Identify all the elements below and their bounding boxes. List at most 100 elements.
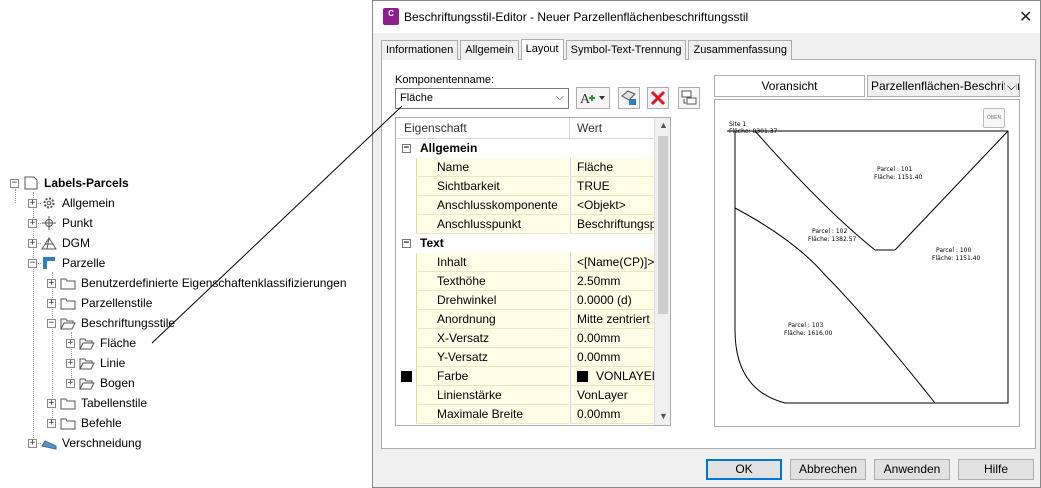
collapse-icon[interactable]: −: [10, 178, 19, 188]
tree-root[interactable]: − Labels-Parcels: [10, 174, 129, 192]
scroll-up-icon[interactable]: ▲: [659, 120, 668, 130]
tree-item-label: Punkt: [62, 216, 93, 230]
grid-property-row[interactable]: Anschlusspunkt Beschriftungspos...: [396, 215, 654, 234]
draw-order-button[interactable]: [678, 87, 700, 109]
expand-icon[interactable]: +: [47, 418, 56, 428]
property-value-text: Fläche: [577, 160, 614, 174]
tab-allgemein[interactable]: Allgemein: [460, 40, 519, 60]
delete-component-button[interactable]: [647, 87, 669, 109]
property-value[interactable]: 2.50mm: [570, 272, 654, 291]
tree-item-flaeche[interactable]: + Fläche: [66, 334, 136, 352]
property-name: Y-Versatz: [416, 348, 569, 367]
tab-symbol-text-trennung[interactable]: Symbol-Text-Trennung: [565, 40, 687, 60]
grid-category[interactable]: − Allgemein: [396, 139, 654, 158]
tree-root-label: Labels-Parcels: [44, 176, 129, 190]
tree-item-parzellenstile[interactable]: + Parzellenstile: [47, 294, 152, 312]
scroll-thumb[interactable]: [658, 136, 668, 314]
tab-layout[interactable]: Layout: [520, 39, 564, 60]
expand-icon[interactable]: +: [28, 218, 37, 228]
expand-icon[interactable]: +: [47, 398, 56, 408]
expand-icon[interactable]: +: [28, 438, 37, 448]
scroll-down-icon[interactable]: ▼: [659, 411, 668, 421]
tree-item-beschriftungsstile[interactable]: − Beschriftungsstile: [47, 314, 175, 332]
tree-item-allgemein[interactable]: + Allgemein: [28, 194, 115, 212]
expand-icon[interactable]: +: [66, 358, 75, 368]
property-value[interactable]: Fläche: [570, 158, 654, 177]
property-name-text: Anschlusspunkt: [437, 217, 522, 231]
property-column-header[interactable]: Eigenschaft: [404, 121, 467, 135]
folder-icon: [60, 396, 76, 410]
property-value[interactable]: Mitte zentriert: [570, 310, 654, 329]
tree-item-dgm[interactable]: + DGM: [28, 234, 90, 252]
preview-style-select[interactable]: Parzellenflächen-Beschriftung ⌵: [867, 75, 1020, 97]
collapse-icon[interactable]: −: [402, 144, 411, 153]
tree-item-befehle[interactable]: + Befehle: [47, 414, 122, 432]
property-value[interactable]: 0.00mm: [570, 348, 654, 367]
tab-zusammenfassung[interactable]: Zusammenfassung: [688, 40, 793, 60]
property-name: Anschlusspunkt: [416, 215, 569, 234]
preview-canvas[interactable]: Site 1 Fläche: 8301.37 Parcel : 101 Fläc…: [714, 99, 1020, 427]
property-value-text: Mitte zentriert: [577, 312, 650, 326]
component-name-label: Komponentenname:: [395, 74, 495, 86]
grid-category[interactable]: − Text: [396, 234, 654, 253]
property-value[interactable]: 0.00mm: [570, 405, 654, 424]
expand-icon[interactable]: +: [28, 238, 37, 248]
title-bar[interactable]: C Beschriftungsstil-Editor - Neuer Parze…: [373, 1, 1040, 33]
tree-item-punkt[interactable]: + Punkt: [28, 214, 93, 232]
property-value[interactable]: VonLayer: [570, 386, 654, 405]
collapse-icon[interactable]: −: [28, 258, 37, 268]
copy-component-button[interactable]: [618, 87, 640, 109]
help-button[interactable]: Hilfe: [958, 459, 1034, 480]
expand-icon[interactable]: +: [66, 378, 75, 388]
tree-item-verschneidung[interactable]: + Verschneidung: [28, 434, 141, 452]
tree-item-parzelle[interactable]: − Parzelle: [28, 254, 105, 272]
grid-property-row[interactable]: Anordnung Mitte zentriert: [396, 310, 654, 329]
tree-item-benutzerdefiniert[interactable]: + Benutzerdefinierte Eigenschaftenklassi…: [47, 274, 347, 292]
apply-button[interactable]: Anwenden: [874, 459, 950, 480]
preview-site-name: Site 1: [729, 121, 746, 128]
tree-item-linie[interactable]: + Linie: [66, 354, 125, 372]
grid-property-row[interactable]: Farbe VONLAYER: [396, 367, 654, 386]
property-value[interactable]: 0.00mm: [570, 329, 654, 348]
grid-property-row[interactable]: Drehwinkel 0.0000 (d): [396, 291, 654, 310]
property-value[interactable]: VONLAYER: [570, 367, 654, 386]
viewcube-oben[interactable]: OBEN: [983, 108, 1005, 128]
expand-icon[interactable]: +: [28, 198, 37, 208]
preview-parcel-102-area: Fläche: 1382.57: [808, 236, 857, 243]
component-name-select[interactable]: Fläche ⌵: [395, 88, 569, 109]
cancel-button[interactable]: Abbrechen: [790, 459, 866, 480]
property-value[interactable]: <[Name(CP)]>\...: [570, 253, 654, 272]
property-value-text: TRUE: [577, 179, 610, 193]
folder-open-icon: [79, 336, 95, 350]
tab-informationen[interactable]: Informationen: [381, 40, 459, 60]
property-value[interactable]: Beschriftungspos...: [570, 215, 654, 234]
property-name: Maximale Breite: [416, 405, 569, 424]
add-component-button[interactable]: A: [576, 87, 610, 109]
expand-icon[interactable]: +: [47, 278, 56, 288]
grid-property-row[interactable]: Name Fläche: [396, 158, 654, 177]
property-value[interactable]: TRUE: [570, 177, 654, 196]
color-swatch-icon: [577, 371, 588, 382]
preview-parcel-100-area: Fläche: 1151.40: [932, 255, 981, 262]
property-value[interactable]: <Objekt>: [570, 196, 654, 215]
grid-property-row[interactable]: Texthöhe 2.50mm: [396, 272, 654, 291]
collapse-icon[interactable]: −: [402, 239, 411, 248]
grid-property-row[interactable]: Inhalt <[Name(CP)]>\...: [396, 253, 654, 272]
collapse-icon[interactable]: −: [47, 318, 56, 328]
close-icon[interactable]: ✕: [1019, 7, 1032, 27]
grid-scrollbar[interactable]: ▲ ▼: [654, 118, 670, 425]
preview-button[interactable]: Voransicht: [714, 75, 865, 97]
expand-icon[interactable]: +: [47, 298, 56, 308]
expand-icon[interactable]: +: [66, 338, 75, 348]
grid-property-row[interactable]: Anschlusskomponente <Objekt>: [396, 196, 654, 215]
grid-property-row[interactable]: Linienstärke VonLayer: [396, 386, 654, 405]
tree-item-tabellenstile[interactable]: + Tabellenstile: [47, 394, 147, 412]
grid-property-row[interactable]: Sichtbarkeit TRUE: [396, 177, 654, 196]
property-value[interactable]: 0.0000 (d): [570, 291, 654, 310]
grid-property-row[interactable]: X-Versatz 0.00mm: [396, 329, 654, 348]
ok-button[interactable]: OK: [706, 459, 782, 480]
value-column-header[interactable]: Wert: [577, 121, 602, 135]
grid-property-row[interactable]: Y-Versatz 0.00mm: [396, 348, 654, 367]
tree-item-bogen[interactable]: + Bogen: [66, 374, 135, 392]
grid-property-row[interactable]: Maximale Breite 0.00mm: [396, 405, 654, 424]
